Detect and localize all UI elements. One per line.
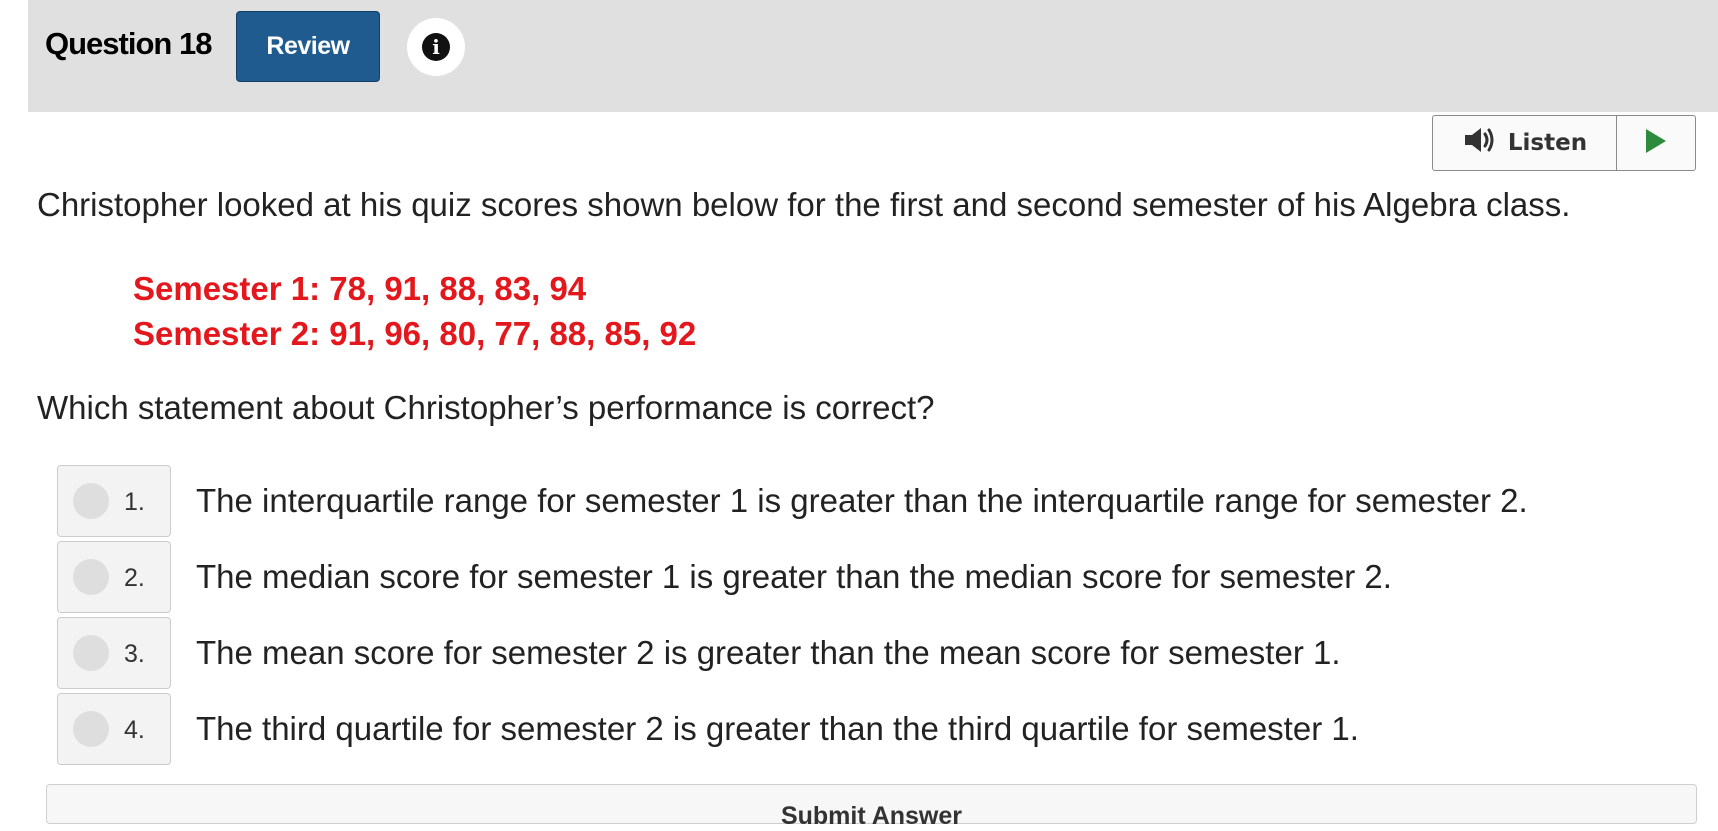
choice-number: 2. [124, 564, 145, 592]
question-prompt: Which statement about Christopher’s perf… [37, 389, 935, 426]
submit-label: Submit Answer [780, 802, 963, 830]
answer-choice-1[interactable]: 1. The interquartile range for semester … [57, 465, 1697, 537]
semester-1-scores: Semester 1: 78, 91, 88, 83, 94 [133, 270, 587, 307]
answer-choice-2[interactable]: 2. The median score for semester 1 is gr… [57, 541, 1697, 613]
answer-choice-4[interactable]: 4. The third quartile for semester 2 is … [57, 693, 1697, 765]
listen-label: Listen [1507, 130, 1588, 156]
listen-button[interactable]: Listen [1433, 116, 1617, 170]
radio-button[interactable] [73, 483, 109, 519]
choice-text[interactable]: The mean score for semester 2 is greater… [196, 634, 1341, 672]
speaker-icon [1462, 125, 1498, 161]
choice-number: 1. [124, 488, 145, 516]
radio-button[interactable] [73, 635, 109, 671]
choice-selector[interactable]: 4. [57, 693, 171, 765]
choice-text[interactable]: The interquartile range for semester 1 i… [196, 482, 1528, 520]
play-icon [1644, 128, 1668, 159]
choice-number: 3. [124, 640, 145, 668]
choice-selector[interactable]: 2. [57, 541, 171, 613]
choice-number: 4. [124, 716, 145, 744]
choice-text[interactable]: The third quartile for semester 2 is gre… [196, 710, 1359, 748]
question-title: Question 18 [45, 26, 212, 61]
info-icon: i [422, 33, 450, 61]
choice-text[interactable]: The median score for semester 1 is great… [196, 558, 1392, 596]
answer-choice-3[interactable]: 3. The mean score for semester 2 is grea… [57, 617, 1697, 689]
semester-2-scores: Semester 2: 91, 96, 80, 77, 88, 85, 92 [133, 315, 697, 352]
play-button[interactable] [1617, 116, 1695, 170]
radio-button[interactable] [73, 559, 109, 595]
review-button[interactable]: Review [236, 11, 380, 82]
info-button[interactable]: i [407, 18, 465, 76]
choice-selector[interactable]: 3. [57, 617, 171, 689]
radio-button[interactable] [73, 711, 109, 747]
page-margin [0, 0, 28, 812]
listen-control: Listen [1432, 115, 1696, 171]
score-data: Semester 1: 78, 91, 88, 83, 94 Semester … [133, 266, 696, 356]
submit-answer-button[interactable]: Submit Answer [46, 784, 1697, 830]
choice-selector[interactable]: 1. [57, 465, 171, 537]
question-stem: Christopher looked at his quiz scores sh… [37, 186, 1571, 223]
question-header: Question 18 Review i [28, 0, 1718, 112]
